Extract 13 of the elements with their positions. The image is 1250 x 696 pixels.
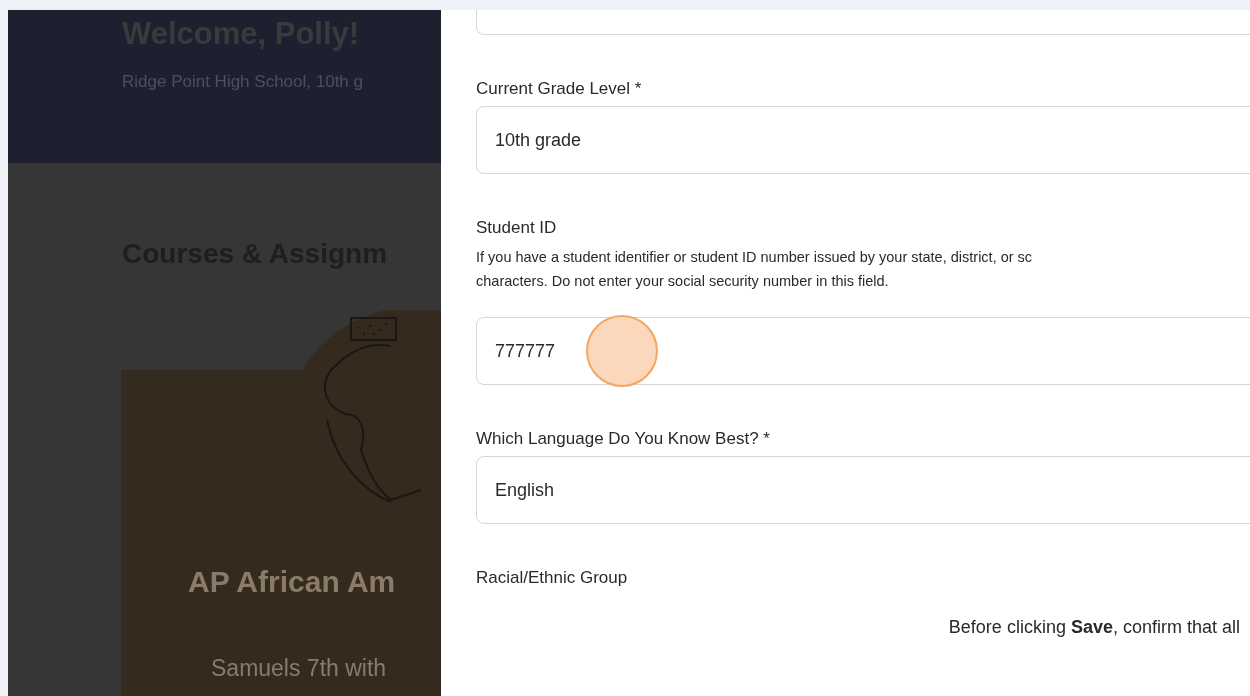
field-label: Which Language Do You Know Best? * [476,428,771,450]
course-teacher: Samuels 7th with [211,655,387,682]
input-field[interactable] [476,10,1250,35]
input-field[interactable]: 777777 [476,317,1250,385]
help-text: characters. Do not enter your social security number in this field. [476,272,890,291]
field-label: Student ID [476,217,558,239]
input-field[interactable]: English [476,456,1250,524]
help-text: If you have a student identifier or student ID number issued by your state, district, or sc [476,248,1034,267]
input-field[interactable]: 10th grade [476,106,1250,174]
field-label: Racial/Ethnic Group [476,567,629,589]
course-title: AP African Am [188,565,396,599]
save-notice: Before clicking Save, confirm that all [948,617,1240,637]
field-label: Current Grade Level * [476,78,643,100]
